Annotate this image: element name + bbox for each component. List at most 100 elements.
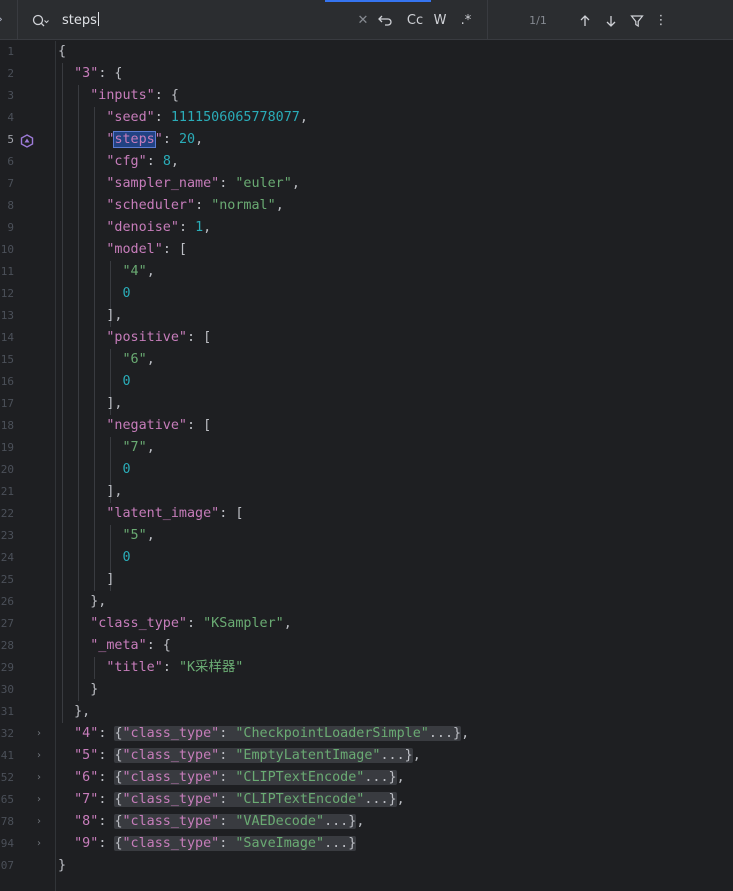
code-line[interactable]: 4 "seed": 1111506065778077,	[0, 107, 733, 129]
code-text: 0	[122, 462, 131, 477]
code-line[interactable]: 41 › "5": {"class_type": "EmptyLatentImag…	[0, 745, 733, 767]
line-number: 78	[0, 815, 14, 828]
more-options-icon[interactable]: ⋮	[654, 11, 668, 31]
code-text: "seed": 1111506065778077,	[106, 110, 308, 125]
code-text: "sampler_name": "euler",	[106, 176, 300, 191]
code-text: }	[90, 682, 99, 697]
code-line[interactable]: 1{	[0, 41, 733, 63]
arrow-up-icon[interactable]	[576, 11, 594, 31]
chevron-right-icon[interactable]: ›	[0, 12, 3, 26]
code-text: "positive": [	[106, 330, 212, 345]
code-line[interactable]: 14 "positive": [	[0, 327, 733, 349]
line-number: 7	[7, 177, 14, 190]
code-text: 0	[122, 550, 131, 565]
code-editor[interactable]: 1{2 "3": {3 "inputs": {4 "seed": 1111506…	[0, 41, 733, 891]
code-text: },	[74, 704, 91, 719]
code-text: "7",	[122, 440, 155, 455]
code-line[interactable]: 6 "cfg": 8,	[0, 151, 733, 173]
code-text: "title": "K采样器"	[106, 660, 244, 675]
code-line[interactable]: 23 "5",	[0, 525, 733, 547]
line-number: 28	[0, 639, 14, 652]
code-line[interactable]: 18 "negative": [	[0, 415, 733, 437]
code-line[interactable]: 107}	[0, 855, 733, 877]
code-line[interactable]: 5 "steps": 20,	[0, 129, 733, 151]
code-line[interactable]: 28 "_meta": {	[0, 635, 733, 657]
code-text: ],	[106, 396, 123, 411]
line-number: 11	[0, 265, 14, 278]
breakpoint-bookmark-icon[interactable]	[20, 133, 34, 148]
line-number: 8	[7, 199, 14, 212]
code-line[interactable]: 65 › "7": {"class_type": "CLIPTextEncode"…	[0, 789, 733, 811]
whole-word-toggle[interactable]: W	[431, 11, 449, 31]
code-text: ]	[106, 572, 115, 587]
replace-toggle-icon[interactable]	[376, 11, 394, 31]
search-history-icon[interactable]	[31, 12, 49, 30]
code-line[interactable]: 8 "scheduler": "normal",	[0, 195, 733, 217]
code-line[interactable]: 22 "latent_image": [	[0, 503, 733, 525]
line-number: 23	[0, 529, 14, 542]
code-text: "inputs": {	[90, 88, 179, 103]
code-line[interactable]: 7 "sampler_name": "euler",	[0, 173, 733, 195]
code-line[interactable]: 15 "6",	[0, 349, 733, 371]
code-text: "model": [	[106, 242, 187, 257]
code-text: "6": {"class_type": "CLIPTextEncode"...}…	[74, 770, 405, 785]
line-number: 9	[7, 221, 14, 234]
expand-fold-icon[interactable]: ›	[37, 833, 41, 855]
expand-fold-icon[interactable]: ›	[37, 811, 41, 833]
code-line[interactable]: 2 "3": {	[0, 63, 733, 85]
code-line[interactable]: 27 "class_type": "KSampler",	[0, 613, 733, 635]
code-line[interactable]: 19 "7",	[0, 437, 733, 459]
code-text: "class_type": "KSampler",	[90, 616, 292, 631]
line-number: 17	[0, 397, 14, 410]
search-input[interactable]: steps	[62, 11, 342, 31]
code-line[interactable]: 13 ],	[0, 305, 733, 327]
code-line[interactable]: 21 ],	[0, 481, 733, 503]
line-number: 20	[0, 463, 14, 476]
match-case-toggle[interactable]: Cc	[404, 11, 426, 31]
code-line[interactable]: 52 › "6": {"class_type": "CLIPTextEncode"…	[0, 767, 733, 789]
code-line[interactable]: 10 "model": [	[0, 239, 733, 261]
code-line[interactable]: 32 › "4": {"class_type": "CheckpointLoade…	[0, 723, 733, 745]
code-line[interactable]: 9 "denoise": 1,	[0, 217, 733, 239]
expand-fold-icon[interactable]: ›	[37, 767, 41, 789]
line-number: 18	[0, 419, 14, 432]
line-number: 21	[0, 485, 14, 498]
expand-fold-icon[interactable]: ›	[37, 789, 41, 811]
regex-toggle[interactable]: .*	[457, 11, 475, 31]
code-line[interactable]: 25 ]	[0, 569, 733, 591]
code-text: "steps": 20,	[106, 131, 204, 148]
line-number: 10	[0, 243, 14, 256]
code-text: "8": {"class_type": "VAEDecode"...},	[74, 814, 365, 829]
code-text: "scheduler": "normal",	[106, 198, 284, 213]
line-number: 4	[7, 111, 14, 124]
code-line[interactable]: 78 › "8": {"class_type": "VAEDecode"...},	[0, 811, 733, 833]
line-number: 25	[0, 573, 14, 586]
line-number: 31	[0, 705, 14, 718]
code-line[interactable]: 16 0	[0, 371, 733, 393]
code-line[interactable]: 11 "4",	[0, 261, 733, 283]
line-number: 24	[0, 551, 14, 564]
code-text: "_meta": {	[90, 638, 171, 653]
code-text: "4",	[122, 264, 155, 279]
code-line[interactable]: 17 ],	[0, 393, 733, 415]
code-line[interactable]: 30 }	[0, 679, 733, 701]
line-number: 22	[0, 507, 14, 520]
expand-fold-icon[interactable]: ›	[37, 723, 41, 745]
code-line[interactable]: 94 › "9": {"class_type": "SaveImage"...}	[0, 833, 733, 855]
code-line[interactable]: 24 0	[0, 547, 733, 569]
expand-fold-icon[interactable]: ›	[37, 745, 41, 767]
result-count: 1/1	[529, 14, 547, 27]
code-text: "negative": [	[106, 418, 212, 433]
code-line[interactable]: 12 0	[0, 283, 733, 305]
code-line[interactable]: 31 },	[0, 701, 733, 723]
divider	[487, 0, 488, 40]
arrow-down-icon[interactable]	[602, 11, 620, 31]
code-line[interactable]: 3 "inputs": {	[0, 85, 733, 107]
code-line[interactable]: 29 "title": "K采样器"	[0, 657, 733, 679]
code-line[interactable]: 20 0	[0, 459, 733, 481]
line-number: 6	[7, 155, 14, 168]
clear-icon[interactable]: ✕	[356, 11, 370, 31]
code-line[interactable]: 26 },	[0, 591, 733, 613]
filter-icon[interactable]	[628, 11, 646, 31]
find-bar: › steps ✕ Cc W .* 1/1 ⋮	[0, 0, 733, 40]
